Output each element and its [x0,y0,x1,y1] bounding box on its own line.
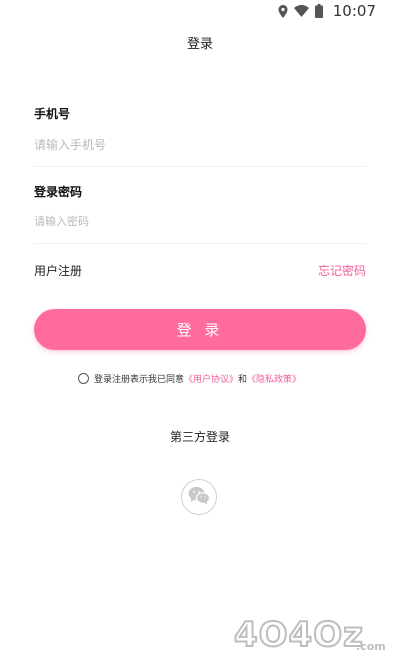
agreement-prefix: 登录注册表示我已同意 [94,375,185,385]
phone-input[interactable] [34,135,366,155]
agreement-connector: 和 [238,375,248,385]
password-label: 登录密码 [34,185,83,199]
location-icon [278,4,288,18]
phone-label: 手机号 [34,107,71,121]
user-agreement-link[interactable]: 《用户协议》 [184,372,238,385]
wifi-icon [293,5,309,17]
page-title: 登录 [186,37,213,52]
wechat-login-button[interactable] [181,479,217,515]
watermark-logo: 4O4Oz .com [230,610,390,656]
wechat-icon [188,486,211,509]
register-link[interactable]: 用户注册 [34,262,82,279]
status-bar: 10:07 [0,0,400,22]
forgot-password-link[interactable]: 忘记密码 [318,262,366,279]
agreement-checkbox[interactable] [78,373,89,384]
privacy-policy-link[interactable]: 《隐私政策》 [247,372,301,385]
phone-divider [34,166,366,167]
svg-text:4O4Oz: 4O4Oz [234,615,364,655]
password-input[interactable] [34,212,366,230]
agreement-row: 登录注册表示我已同意 《用户协议》 和 《隐私政策》 [78,372,301,385]
status-time: 10:07 [332,2,376,20]
battery-icon [314,4,323,18]
password-divider [34,243,366,244]
third-party-title: 第三方登录 [169,430,230,444]
login-button[interactable]: 登 录 [34,309,366,350]
svg-text:.com: .com [356,640,386,653]
